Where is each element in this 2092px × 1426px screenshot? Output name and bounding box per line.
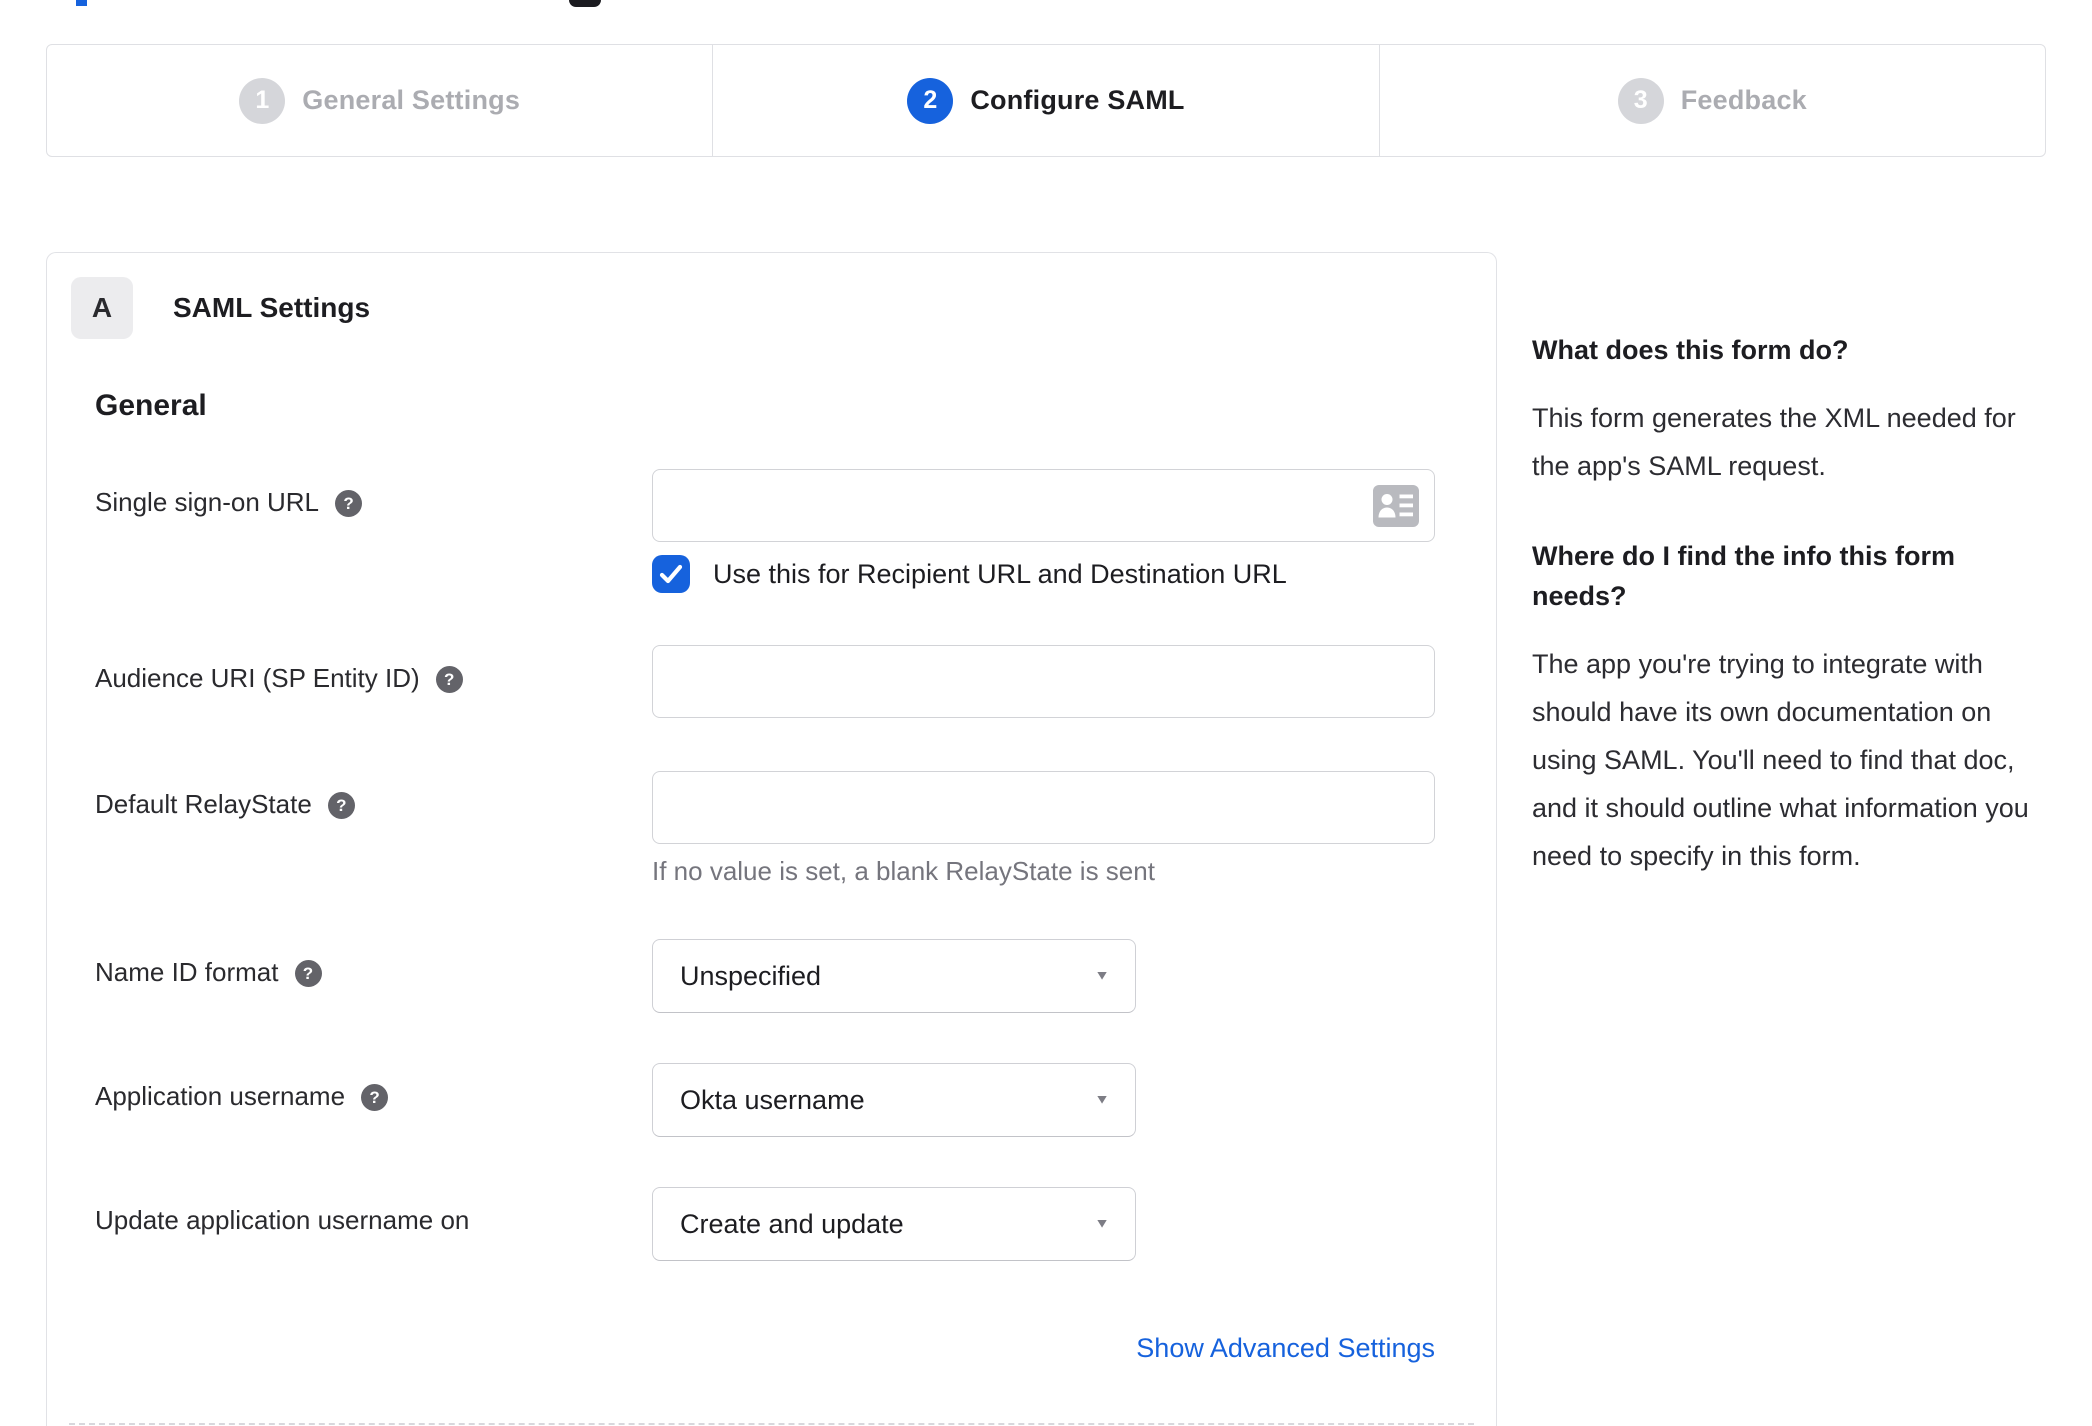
section-title: SAML Settings: [173, 292, 371, 323]
field-control: Okta username ▼: [652, 1063, 1136, 1137]
relaystate-helper-text: If no value is set, a blank RelayState i…: [652, 856, 1155, 886]
field-control: If no value is set, a blank RelayState i…: [652, 771, 1435, 887]
section-dashed-divider: [69, 1423, 1474, 1425]
select-value: Unspecified: [680, 960, 822, 991]
sidebar-question-1-title: What does this form do?: [1532, 335, 1849, 365]
chevron-down-icon: ▼: [1094, 968, 1110, 983]
chevron-down-icon: ▼: [1094, 1216, 1110, 1231]
single-sign-on-url-input[interactable]: [652, 469, 1435, 542]
update-application-username-label: Update application username on: [95, 1205, 470, 1235]
single-sign-on-url-label: Single sign-on URL: [95, 487, 320, 517]
help-icon[interactable]: ?: [361, 1084, 389, 1111]
field-control: Use this for Recipient URL and Destinati…: [652, 469, 1435, 593]
default-relaystate-label: Default RelayState: [95, 789, 312, 819]
chevron-down-icon: ▼: [1094, 1092, 1110, 1107]
audience-uri-input[interactable]: [652, 645, 1435, 718]
application-username-label: Application username: [95, 1081, 346, 1111]
application-username-select[interactable]: Okta username ▼: [652, 1063, 1136, 1137]
step-label: Feedback: [1680, 85, 1807, 115]
field-label-wrap: Audience URI (SP Entity ID) ?: [95, 645, 652, 694]
saml-settings-card: A SAML Settings General Single sign-on U…: [46, 252, 1497, 1426]
default-relaystate-input[interactable]: [652, 771, 1435, 844]
help-icon[interactable]: ?: [435, 666, 463, 693]
sidebar-question-1-body: This form generates the XML needed for t…: [1532, 403, 2016, 481]
section-a-badge: A: [71, 277, 133, 339]
recipient-url-checkbox[interactable]: [652, 555, 690, 593]
field-row-single-sign-on-url: Single sign-on URL ? Use this for Recipi…: [95, 469, 1496, 593]
field-row-update-application-username: Update application username on Create an…: [95, 1187, 1496, 1261]
recipient-url-checkbox-label: Use this for Recipient URL and Destinati…: [713, 558, 1287, 589]
stepper-step-feedback[interactable]: 3 Feedback: [1378, 45, 2045, 156]
field-row-default-relaystate: Default RelayState ? If no value is set,…: [95, 771, 1496, 887]
field-row-name-id-format: Name ID format ? Unspecified ▼: [95, 939, 1496, 1013]
recipient-url-checkbox-row: Use this for Recipient URL and Destinati…: [652, 555, 1435, 593]
step-label: General Settings: [302, 85, 521, 115]
contact-card-icon[interactable]: [1373, 485, 1419, 527]
cutoff-icon-fragment: [569, 0, 601, 7]
single-sign-on-url-input-wrap: [652, 469, 1435, 542]
cutoff-app-title-fragment: [76, 0, 87, 6]
saml-form: Single sign-on URL ? Use this for Recipi…: [95, 469, 1496, 1364]
help-icon[interactable]: ?: [327, 792, 355, 819]
sidebar-question-2-body: The app you're trying to integrate with …: [1532, 649, 2029, 871]
main-content: A SAML Settings General Single sign-on U…: [46, 252, 2046, 1426]
name-id-format-select[interactable]: Unspecified ▼: [652, 939, 1136, 1013]
field-label-wrap: Single sign-on URL ?: [95, 469, 652, 518]
select-value: Okta username: [680, 1084, 865, 1115]
field-control: Create and update ▼: [652, 1187, 1136, 1261]
field-label-wrap: Update application username on: [95, 1187, 652, 1236]
step-number-badge: 3: [1617, 77, 1664, 124]
wizard-stepper: 1 General Settings 2 Configure SAML 3 Fe…: [46, 44, 2046, 157]
name-id-format-label: Name ID format: [95, 957, 279, 987]
stepper-step-general-settings[interactable]: 1 General Settings: [47, 45, 712, 156]
update-application-username-select[interactable]: Create and update ▼: [652, 1187, 1136, 1261]
step-label: Configure SAML: [970, 85, 1185, 115]
help-icon[interactable]: ?: [335, 490, 363, 517]
step-number-badge: 2: [907, 77, 954, 124]
help-sidebar: What does this form do? This form genera…: [1532, 252, 2046, 926]
field-row-audience-uri: Audience URI (SP Entity ID) ?: [95, 645, 1496, 718]
field-label-wrap: Default RelayState ?: [95, 771, 652, 820]
field-label-wrap: Application username ?: [95, 1063, 652, 1112]
field-label-wrap: Name ID format ?: [95, 939, 652, 988]
field-row-application-username: Application username ? Okta username ▼: [95, 1063, 1496, 1137]
sidebar-question-2-title: Where do I find the info this form needs…: [1532, 541, 1955, 611]
audience-uri-label: Audience URI (SP Entity ID): [95, 663, 420, 693]
help-icon[interactable]: ?: [294, 960, 322, 987]
advanced-settings-row: Show Advanced Settings: [95, 1333, 1435, 1364]
step-number-badge: 1: [239, 77, 286, 124]
select-value: Create and update: [680, 1208, 904, 1239]
stepper-step-configure-saml[interactable]: 2 Configure SAML: [712, 45, 1378, 156]
show-advanced-settings-link[interactable]: Show Advanced Settings: [1136, 1333, 1435, 1363]
field-control: Unspecified ▼: [652, 939, 1136, 1013]
general-group-heading: General: [95, 389, 207, 422]
saml-settings-header: A SAML Settings: [71, 277, 1496, 339]
field-control: [652, 645, 1435, 718]
